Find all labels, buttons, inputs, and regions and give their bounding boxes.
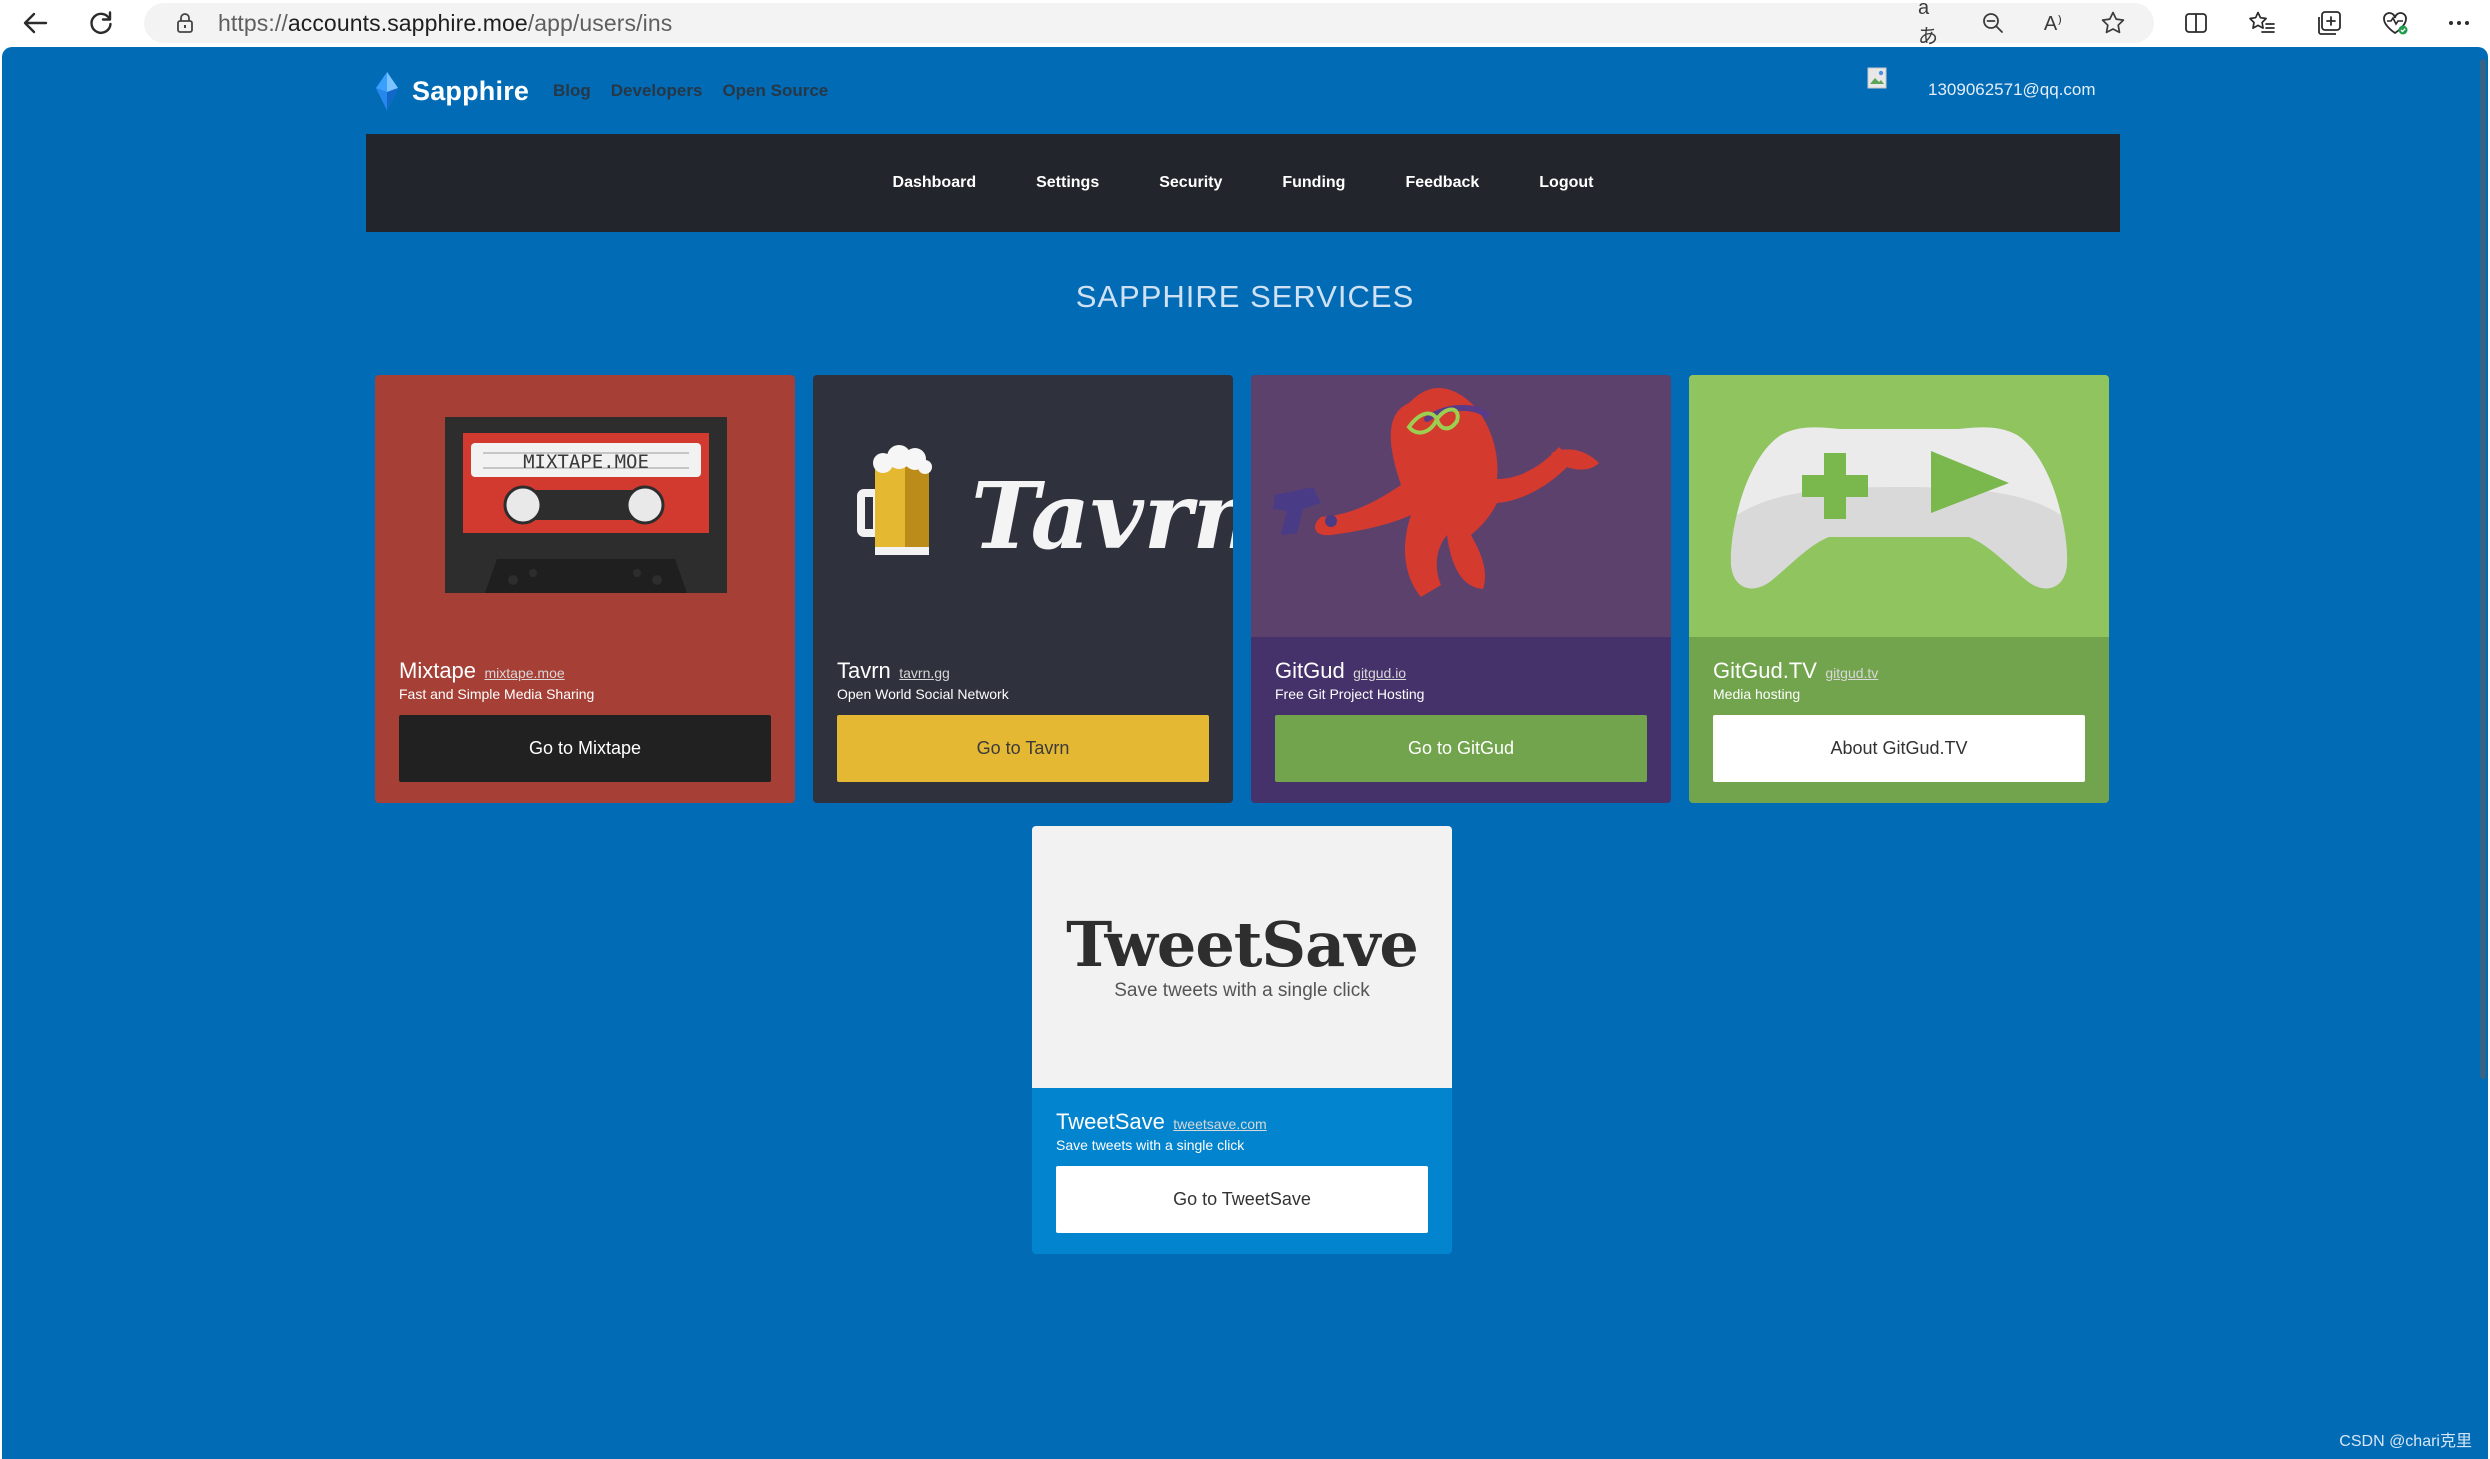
nav-feedback[interactable]: Feedback [1405, 174, 1479, 192]
brand-logo[interactable]: Sapphire [374, 70, 529, 112]
tavrn-title-row: Tavrn tavrn.gg [837, 658, 950, 684]
read-aloud-icon-glyph: A⁾ [2043, 12, 2063, 35]
service-domain-link[interactable]: gitgud.tv [1825, 665, 1878, 681]
service-card-gitgud: GitGud gitgud.io Free Git Project Hostin… [1251, 375, 1671, 803]
service-domain-link[interactable]: gitgud.io [1353, 665, 1406, 681]
mixtape-title-row: Mixtape mixtape.moe [399, 658, 565, 684]
gitgud-title-row: GitGud gitgud.io [1275, 658, 1406, 684]
address-bar[interactable]: https://accounts.sapphire.moe/app/users/… [144, 0, 2154, 48]
brand-name: Sapphire [412, 75, 530, 106]
more-options-icon[interactable] [2440, 4, 2478, 42]
nav-logout[interactable]: Logout [1539, 174, 1593, 192]
favorite-star-icon[interactable] [2098, 9, 2128, 37]
beer-mug-icon: Tavrn [857, 445, 1233, 570]
service-card-tweetsave: TweetSave Save tweets with a single clic… [1032, 826, 1452, 1254]
split-screen-icon[interactable] [2177, 4, 2215, 42]
url-text[interactable]: https://accounts.sapphire.moe/app/users/… [218, 10, 672, 37]
gitgud-tv-art [1689, 375, 2109, 637]
mixtape-label-text: MIXTAPE.MOE [523, 451, 649, 473]
url-scheme: https:// [218, 10, 288, 36]
tavrn-logo-text: Tavrn [971, 462, 1233, 570]
service-name: GitGud [1275, 658, 1345, 683]
go-to-gitgud-button[interactable]: Go to GitGud [1275, 715, 1647, 782]
top-link-developers[interactable]: Developers [611, 81, 703, 101]
tweetsave-logo-subtext: Save tweets with a single click [1114, 980, 1370, 1001]
service-description: Save tweets with a single click [1056, 1137, 1245, 1153]
url-host: accounts.sapphire.moe [287, 10, 528, 36]
go-to-mixtape-button[interactable]: Go to Mixtape [399, 715, 771, 782]
service-description: Media hosting [1713, 686, 1801, 702]
top-nav: Blog Developers Open Source [553, 81, 828, 101]
section-title: SAPPHIRE SERVICES [1075, 279, 1415, 314]
service-domain-link[interactable]: tweetsave.com [1173, 1116, 1266, 1132]
about-gitgud-tv-button[interactable]: About GitGud.TV [1713, 715, 2085, 782]
nav-dashboard[interactable]: Dashboard [893, 174, 977, 192]
url-path: /app/users/ins [527, 10, 673, 36]
favorites-list-icon[interactable] [2243, 4, 2281, 42]
gitgud-tv-title-row: GitGud.TV gitgud.tv [1713, 658, 1878, 684]
tweetsave-logo-text: TweetSave [1066, 908, 1419, 981]
nav-funding[interactable]: Funding [1282, 174, 1345, 192]
lock-icon[interactable] [174, 12, 196, 34]
avatar[interactable] [1867, 67, 1887, 89]
cassette-tape-icon: MIXTAPE.MOE [445, 417, 727, 593]
service-name: Tavrn [837, 658, 891, 683]
go-to-tavrn-button[interactable]: Go to Tavrn [837, 715, 1209, 782]
tweetsave-title-row: TweetSave tweetsave.com [1056, 1109, 1267, 1135]
service-name: TweetSave [1056, 1109, 1165, 1134]
service-description: Free Git Project Hosting [1275, 686, 1425, 702]
mixtape-art: MIXTAPE.MOE [375, 375, 795, 637]
service-card-tavrn: Tavrn Tavrn tavrn.gg Open World Social N… [813, 375, 1233, 803]
browser-health-icon[interactable] [2376, 4, 2414, 42]
nav-settings[interactable]: Settings [1036, 174, 1099, 192]
top-link-blog[interactable]: Blog [553, 81, 591, 101]
page-viewport: Sapphire Blog Developers Open Source 130… [2, 47, 2488, 1459]
browser-toolbar: https://accounts.sapphire.moe/app/users/… [0, 0, 2490, 48]
gitgud-art [1251, 375, 1671, 637]
back-arrow-icon[interactable] [16, 4, 54, 42]
service-card-gitgud-tv: GitGud.TV gitgud.tv Media hosting About … [1689, 375, 2109, 803]
service-description: Fast and Simple Media Sharing [399, 686, 595, 702]
gitgud-mascot-icon [1273, 387, 1599, 597]
user-email[interactable]: 1309062571@qq.com [1928, 80, 2096, 100]
service-domain-link[interactable]: tavrn.gg [899, 665, 950, 681]
gamepad-icon [1730, 427, 2068, 589]
service-description: Open World Social Network [837, 686, 1009, 702]
dashboard-nav: Dashboard Settings Security Funding Feed… [366, 134, 2120, 232]
service-card-mixtape: MIXTAPE.MOE Mixtape mixtape.moe Fast and… [375, 375, 795, 803]
refresh-icon[interactable] [82, 4, 120, 42]
collections-icon[interactable] [2310, 4, 2348, 42]
nav-security[interactable]: Security [1159, 174, 1222, 192]
translate-icon-glyph: aあ [1918, 0, 1938, 48]
go-to-tweetsave-button[interactable]: Go to TweetSave [1056, 1166, 1428, 1233]
service-name: GitGud.TV [1713, 658, 1817, 683]
read-aloud-icon[interactable]: A⁾ [2038, 9, 2068, 37]
tweetsave-art: TweetSave Save tweets with a single clic… [1032, 826, 1452, 1088]
sapphire-gem-icon [376, 72, 398, 110]
zoom-out-icon[interactable] [1978, 9, 2008, 37]
tavrn-art: Tavrn [813, 375, 1233, 637]
service-domain-link[interactable]: mixtape.moe [485, 665, 565, 681]
translate-icon[interactable]: aあ [1918, 0, 1948, 48]
top-link-open-source[interactable]: Open Source [722, 81, 828, 101]
watermark: CSDN @chari克里 [2339, 1433, 2472, 1450]
service-name: Mixtape [399, 658, 477, 683]
vertical-scrollbar[interactable] [2480, 59, 2486, 1079]
